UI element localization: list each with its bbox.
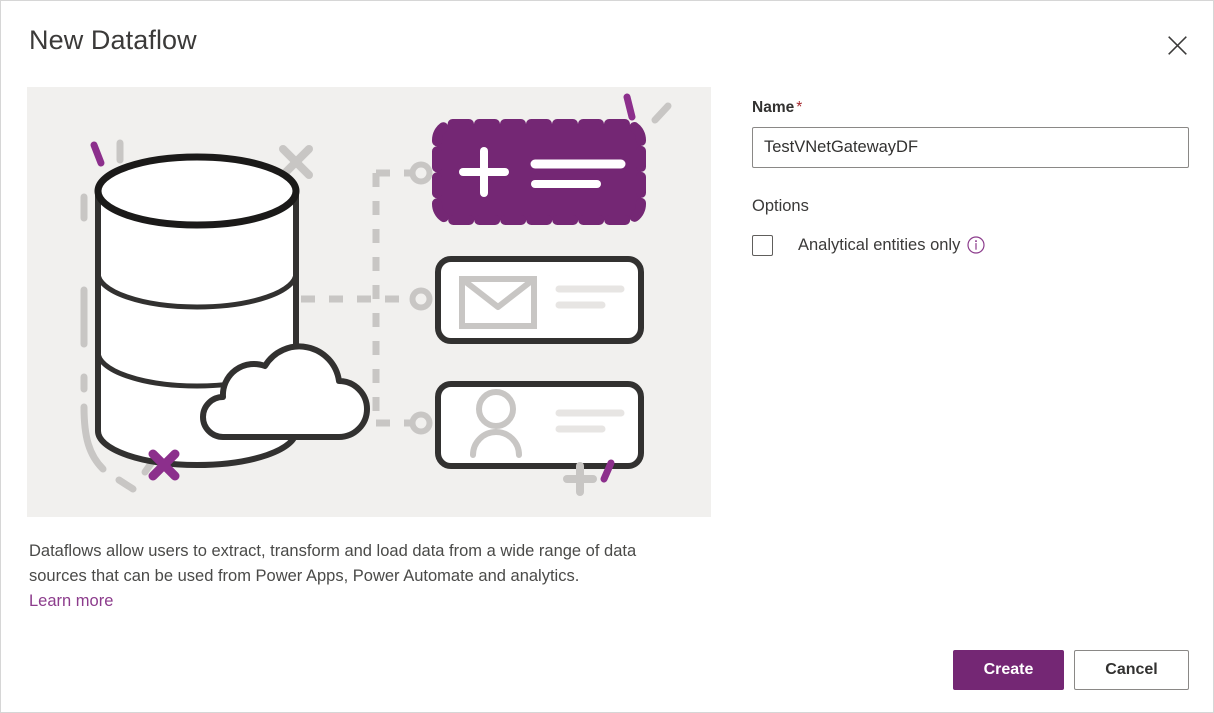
analytical-entities-label[interactable]: Analytical entities only xyxy=(798,236,960,255)
person-card-frame xyxy=(435,381,644,469)
analytical-entities-option: Analytical entities only xyxy=(752,233,985,257)
options-label: Options xyxy=(752,197,809,215)
description-text: Dataflows allow users to extract, transf… xyxy=(29,542,637,585)
close-icon xyxy=(1167,35,1188,56)
person-entity-card xyxy=(435,381,644,469)
required-asterisk: * xyxy=(796,99,803,116)
connector-node-bottom xyxy=(409,411,433,435)
purple-add-card xyxy=(432,119,646,225)
new-dataflow-dialog: New Dataflow Dataflows allow users to ex… xyxy=(0,0,1214,713)
decorative-purple-tick-top-right xyxy=(623,93,636,121)
info-icon[interactable] xyxy=(967,236,985,254)
page-title: New Dataflow xyxy=(29,25,197,55)
connector-node-top xyxy=(409,161,433,185)
close-button[interactable] xyxy=(1157,25,1197,65)
name-input[interactable] xyxy=(752,127,1189,168)
description-block: Dataflows allow users to extract, transf… xyxy=(29,539,697,614)
cancel-button[interactable]: Cancel xyxy=(1074,650,1189,690)
dialog-header: New Dataflow xyxy=(1,1,1214,87)
connector-node-middle xyxy=(409,287,433,311)
name-label-row: Name * xyxy=(752,99,802,117)
dialog-footer: Create Cancel xyxy=(1,632,1214,712)
name-label: Name xyxy=(752,99,795,116)
create-button[interactable]: Create xyxy=(953,650,1064,690)
cylinder-top xyxy=(94,153,300,229)
analytical-entities-checkbox[interactable] xyxy=(752,234,773,256)
dataflow-illustration xyxy=(27,87,711,517)
illustration-svg xyxy=(27,87,711,517)
learn-more-link[interactable]: Learn more xyxy=(29,592,113,610)
email-entity-card xyxy=(435,256,644,344)
